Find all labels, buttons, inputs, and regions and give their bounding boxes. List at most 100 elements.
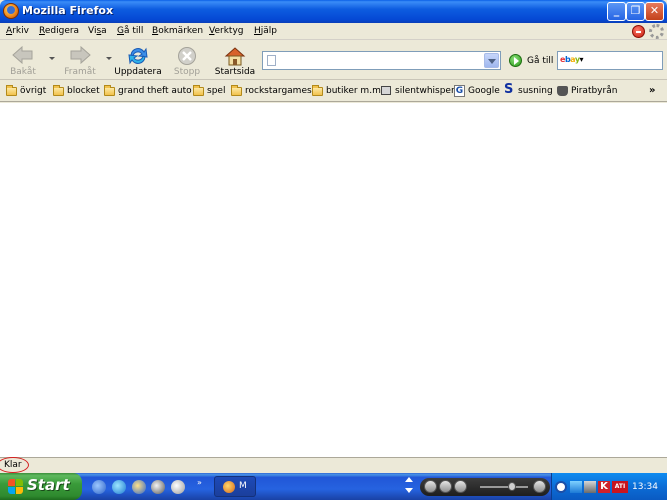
folder-icon (6, 85, 17, 96)
stop-media-icon[interactable] (454, 480, 467, 493)
clock[interactable]: 13:34 (632, 482, 658, 492)
bookmark-label: silentwhisper (395, 86, 455, 96)
menu-ga-till-label: å till (123, 26, 144, 36)
window-title: Mozilla Firefox (22, 4, 114, 17)
back-button[interactable]: Bakåt (4, 41, 42, 79)
menu-bar: Arkiv Redigera Visa Gå till Bokmärken Ve… (0, 23, 667, 40)
search-bar[interactable]: ebay▾ (557, 51, 663, 70)
back-arrow-icon (12, 46, 33, 64)
previous-track-icon[interactable] (424, 480, 437, 493)
menu-redigera[interactable]: Redigera (39, 26, 79, 36)
bookmark-label: rockstargames (245, 86, 312, 96)
bookmark-label: susning (518, 86, 553, 96)
bookmark-label: spel (207, 86, 226, 96)
forward-label: Framåt (64, 67, 96, 77)
menu-verktyg-label: erktyg (214, 26, 244, 36)
bookmark-label: Google (468, 86, 500, 96)
page-icon (267, 55, 276, 66)
volume-slider-knob[interactable] (508, 482, 516, 491)
close-button[interactable]: ✕ (645, 2, 664, 21)
menu-bokmarken[interactable]: Bokmärken (152, 26, 203, 36)
stop-icon (178, 47, 196, 65)
tray-expand-icon[interactable] (555, 481, 567, 493)
taskbar-firefox-button[interactable]: M (214, 476, 256, 497)
menu-hjalp-label: jälp (260, 26, 278, 36)
home-label: Startsida (214, 67, 256, 77)
show-desktop-icon[interactable] (92, 480, 106, 494)
menu-ga-till-mnemonic: G (117, 26, 124, 36)
menu-hjalp[interactable]: Hjälp (254, 26, 277, 36)
minimize-button[interactable]: _ (607, 2, 626, 21)
stop-alert-icon[interactable] (632, 25, 645, 38)
media-player-icon[interactable] (151, 480, 165, 494)
menu-ga-till[interactable]: Gå till (117, 26, 143, 36)
menu-arkiv-label: rkiv (12, 26, 29, 36)
firefox-quicklaunch-icon[interactable] (132, 480, 146, 494)
bookmark-folder-spel[interactable]: spel (193, 85, 225, 100)
reload-button[interactable]: Uppdatera (113, 41, 163, 79)
home-button[interactable]: Startsida (213, 41, 257, 79)
quicklaunch-overflow[interactable]: » (197, 478, 202, 487)
firefox-icon (3, 3, 19, 19)
folder-icon (104, 85, 115, 96)
home-icon (224, 47, 246, 66)
bookmark-folder-rockstargames[interactable]: rockstargames (231, 85, 312, 100)
title-bar[interactable]: Mozilla Firefox _ ❐ ✕ (0, 0, 667, 23)
bookmark-folder-blocket[interactable]: blocket (53, 85, 100, 100)
bookmark-label: övrigt (20, 86, 47, 96)
scroll-up-icon[interactable] (405, 477, 413, 482)
url-bar[interactable] (262, 51, 501, 70)
folder-icon (312, 85, 323, 96)
menu-arkiv[interactable]: Arkiv (6, 26, 29, 36)
folder-icon (231, 85, 242, 96)
forward-button[interactable]: Framåt (58, 41, 102, 79)
url-dropdown-button[interactable] (484, 53, 499, 68)
status-bar: Klar (0, 457, 667, 472)
bookmark-google[interactable]: G Google (454, 85, 500, 100)
bookmark-silentwhisper[interactable]: silentwhisper (381, 85, 455, 100)
menu-visa-label: a (101, 26, 107, 36)
menu-hjalp-mnemonic: H (254, 26, 261, 36)
bookmark-folder-ovrigt[interactable]: övrigt (6, 85, 46, 100)
susning-icon: S (504, 82, 514, 97)
bookmarks-overflow-chevron[interactable]: » (649, 85, 655, 96)
next-track-icon[interactable] (533, 480, 546, 493)
stop-label: Stopp (173, 67, 201, 77)
throbber-icon (649, 24, 664, 39)
page-content[interactable] (0, 103, 667, 457)
maximize-button[interactable]: ❐ (626, 2, 645, 21)
menu-redigera-label: edigera (44, 26, 80, 36)
go-button[interactable]: Gå till (527, 56, 553, 66)
google-icon: G (454, 85, 465, 97)
bookmarks-toolbar: övrigt blocket grand theft auto spel roc… (0, 82, 667, 102)
app-quicklaunch-icon[interactable] (171, 480, 185, 494)
ebay-engine-icon[interactable]: ebay▾ (560, 55, 584, 64)
menu-verktyg[interactable]: Verktyg (209, 26, 244, 36)
scroll-down-icon[interactable] (405, 488, 413, 493)
computers-icon[interactable] (584, 481, 596, 493)
internet-explorer-icon[interactable] (112, 480, 126, 494)
firefox-icon (223, 481, 235, 493)
antivirus-icon[interactable]: K (598, 481, 610, 493)
volume-slider[interactable] (480, 486, 528, 488)
reload-label: Uppdatera (114, 67, 162, 77)
screen: Mozilla Firefox _ ❐ ✕ Arkiv Redigera Vis… (0, 0, 667, 500)
back-label: Bakåt (10, 67, 36, 77)
menu-visa[interactable]: Visa (88, 26, 107, 36)
back-dropdown-icon[interactable] (49, 57, 55, 60)
ati-icon[interactable]: ATI (612, 481, 628, 493)
go-icon[interactable] (509, 54, 522, 67)
bookmark-label: blocket (67, 86, 100, 96)
reload-icon (128, 47, 148, 65)
bookmark-label: butiker m.m (326, 86, 381, 96)
bookmark-folder-gta[interactable]: grand theft auto (104, 85, 192, 100)
ship-icon (557, 86, 568, 96)
network-icon[interactable] (570, 481, 582, 493)
pause-icon[interactable] (439, 480, 452, 493)
bookmark-piratbyran[interactable]: Piratbyrån (557, 85, 617, 100)
stop-button[interactable]: Stopp (170, 41, 204, 79)
folder-icon (193, 85, 204, 96)
bookmark-susning[interactable]: Ssusning (504, 82, 553, 100)
bookmark-folder-butiker[interactable]: butiker m.m (312, 85, 381, 100)
forward-dropdown-icon[interactable] (106, 57, 112, 60)
